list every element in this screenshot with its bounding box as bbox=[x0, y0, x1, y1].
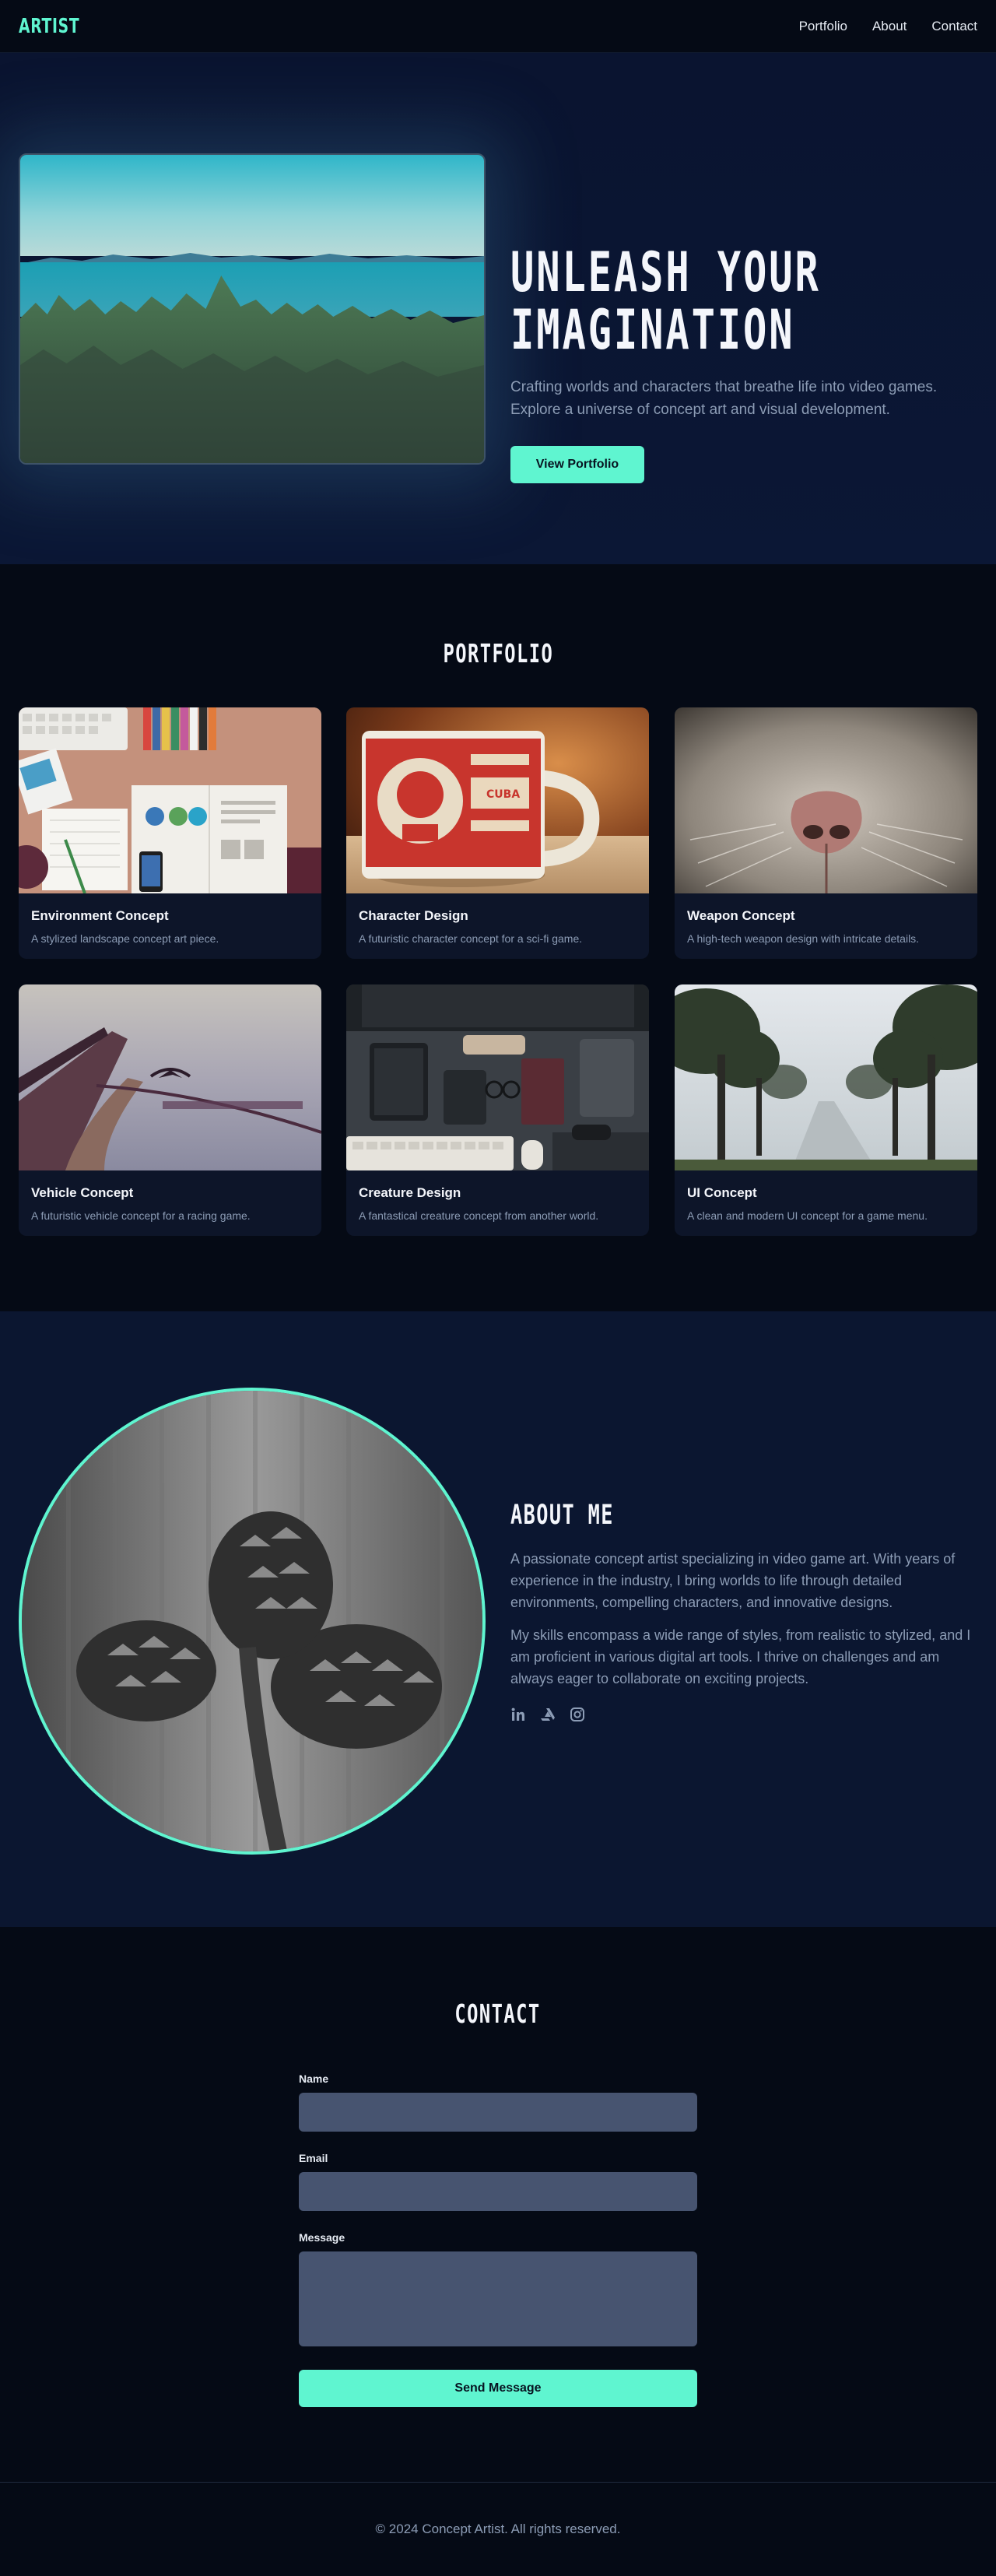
boat-illustration bbox=[19, 984, 321, 1170]
card-title: Creature Design bbox=[359, 1185, 461, 1200]
about-heading: ABOUT ME bbox=[510, 1500, 614, 1531]
email-field-group: Email bbox=[299, 2152, 697, 2211]
card-image-boat bbox=[19, 984, 321, 1170]
email-label: Email bbox=[299, 2152, 328, 2164]
hero-image-sky bbox=[20, 155, 484, 256]
card-image-desk bbox=[19, 707, 321, 893]
card-image-tree-road bbox=[675, 984, 977, 1170]
about-paragraph-1: A passionate concept artist specializing… bbox=[510, 1551, 956, 1610]
contact-section: CONTACT Name Email Message Send Message bbox=[0, 1927, 996, 2482]
site-logo[interactable]: ARTIST bbox=[19, 15, 79, 38]
nav-link-contact[interactable]: Contact bbox=[931, 19, 977, 34]
svg-text:CUBA: CUBA bbox=[486, 788, 520, 801]
portfolio-card-ui[interactable]: UI Concept A clean and modern UI concept… bbox=[675, 984, 977, 1236]
artstation-icon[interactable] bbox=[540, 1707, 556, 1722]
hero-text: UNLEASH YOUR IMAGINATION Crafting worlds… bbox=[510, 244, 977, 483]
about-paragraph-2: My skills encompass a wide range of styl… bbox=[510, 1627, 971, 1686]
hero-title: UNLEASH YOUR IMAGINATION bbox=[510, 244, 847, 359]
site-footer: © 2024 Concept Artist. All rights reserv… bbox=[0, 2482, 996, 2576]
hero-section: UNLEASH YOUR IMAGINATION Crafting worlds… bbox=[0, 53, 996, 564]
desk-illustration bbox=[19, 707, 321, 893]
card-title: Vehicle Concept bbox=[31, 1185, 134, 1200]
message-field-group: Message bbox=[299, 2231, 697, 2346]
send-message-button[interactable]: Send Message bbox=[299, 2370, 697, 2407]
card-title: Character Design bbox=[359, 908, 468, 923]
message-textarea[interactable] bbox=[299, 2251, 697, 2346]
email-input[interactable] bbox=[299, 2172, 697, 2211]
mug-illustration: CUBA bbox=[346, 707, 649, 893]
card-image-cat-nose bbox=[675, 707, 977, 893]
portfolio-card-creature[interactable]: Creature Design A fantastical creature c… bbox=[346, 984, 649, 1236]
cat-nose-illustration bbox=[675, 707, 977, 893]
tree-road-illustration bbox=[675, 984, 977, 1170]
card-description: A fantastical creature concept from anot… bbox=[359, 1209, 599, 1222]
portfolio-card-vehicle[interactable]: Vehicle Concept A futuristic vehicle con… bbox=[19, 984, 321, 1236]
contact-form: Name Email Message Send Message bbox=[299, 2072, 697, 2407]
card-description: A clean and modern UI concept for a game… bbox=[687, 1209, 928, 1222]
portfolio-card-environment[interactable]: Environment Concept A stylized landscape… bbox=[19, 707, 321, 959]
nav-link-portfolio[interactable]: Portfolio bbox=[799, 19, 847, 34]
hero-title-line-1: UNLEASH YOUR bbox=[510, 240, 821, 304]
contact-heading: CONTACT bbox=[0, 1999, 996, 2029]
about-section: ABOUT ME A passionate concept artist spe… bbox=[0, 1311, 996, 1927]
about-photo bbox=[19, 1388, 486, 1855]
portfolio-section: PORTFOLIO Environment Concept A stylized… bbox=[0, 564, 996, 1311]
card-description: A high-tech weapon design with intricate… bbox=[687, 932, 920, 945]
name-input[interactable] bbox=[299, 2093, 697, 2132]
card-image-mug: CUBA bbox=[346, 707, 649, 893]
hero-title-line-2: IMAGINATION bbox=[510, 298, 795, 362]
message-label: Message bbox=[299, 2231, 345, 2244]
name-label: Name bbox=[299, 2072, 329, 2085]
name-field-group: Name bbox=[299, 2072, 697, 2132]
nav-link-about[interactable]: About bbox=[872, 19, 907, 34]
portfolio-card-character[interactable]: CUBA Character Design A futuristic chara… bbox=[346, 707, 649, 959]
card-description: A futuristic character concept for a sci… bbox=[359, 932, 583, 945]
workspace-illustration bbox=[346, 984, 649, 1170]
card-title: Environment Concept bbox=[31, 908, 169, 923]
copyright-text: © 2024 Concept Artist. All rights reserv… bbox=[375, 2522, 621, 2536]
hero-image-forest bbox=[20, 275, 484, 463]
hero-subtitle: Crafting worlds and characters that brea… bbox=[510, 379, 938, 418]
card-image-workspace bbox=[346, 984, 649, 1170]
view-portfolio-button[interactable]: View Portfolio bbox=[510, 446, 644, 483]
portfolio-card-weapon[interactable]: Weapon Concept A high-tech weapon design… bbox=[675, 707, 977, 959]
hero-image bbox=[19, 153, 486, 465]
card-title: UI Concept bbox=[687, 1185, 757, 1200]
linkedin-icon[interactable] bbox=[510, 1707, 526, 1722]
card-description: A stylized landscape concept art piece. bbox=[31, 932, 219, 945]
contact-heading-text: CONTACT bbox=[454, 1999, 542, 2029]
social-links bbox=[510, 1707, 977, 1722]
pine-cone-illustration bbox=[22, 1391, 482, 1851]
portfolio-heading-text: PORTFOLIO bbox=[443, 638, 553, 669]
instagram-icon[interactable] bbox=[570, 1707, 585, 1722]
portfolio-heading: PORTFOLIO bbox=[0, 638, 996, 669]
card-title: Weapon Concept bbox=[687, 908, 795, 923]
card-description: A futuristic vehicle concept for a racin… bbox=[31, 1209, 251, 1222]
top-nav: ARTIST Portfolio About Contact bbox=[0, 0, 996, 53]
nav-links: Portfolio About Contact bbox=[799, 19, 977, 34]
about-text: ABOUT ME A passionate concept artist spe… bbox=[510, 1500, 977, 1722]
